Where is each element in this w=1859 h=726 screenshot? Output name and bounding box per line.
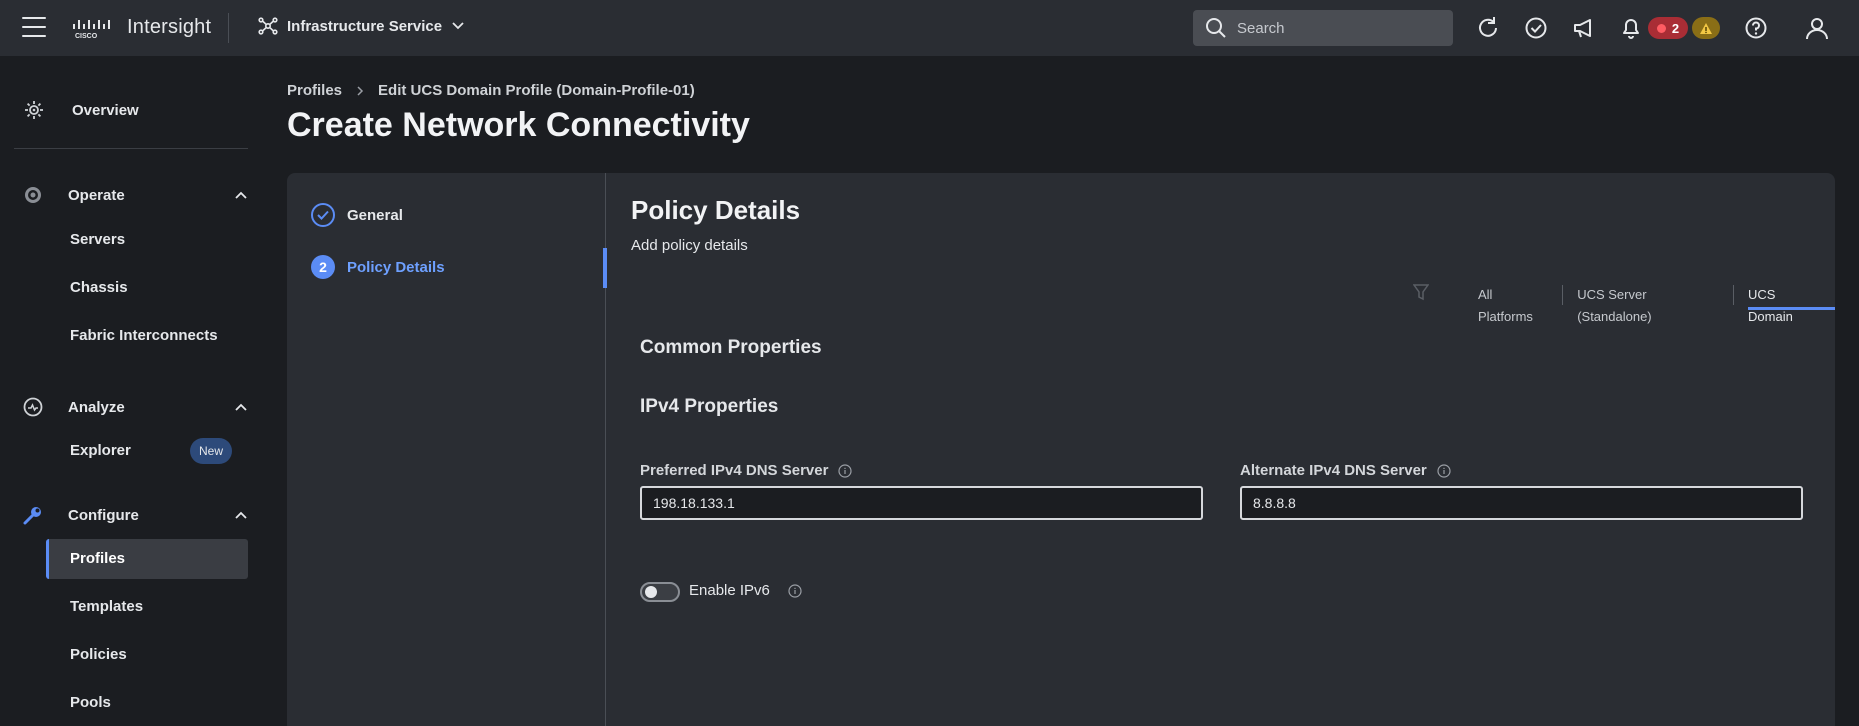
info-icon[interactable]: [788, 583, 802, 598]
breadcrumb: Profiles Edit UCS Domain Profile (Domain…: [287, 82, 695, 99]
critical-alarm-badge[interactable]: 2: [1648, 17, 1688, 39]
chevron-up-icon: [235, 511, 247, 519]
section-label: Analyze: [68, 398, 125, 416]
tab-ucs-server-standalone[interactable]: UCS Server (Standalone): [1563, 284, 1733, 324]
info-icon[interactable]: [838, 463, 853, 478]
active-step-indicator: [603, 248, 607, 288]
critical-alarm-count: 2: [1671, 20, 1680, 36]
sidebar-section-operate[interactable]: Operate: [22, 184, 248, 206]
enable-ipv6-label: Enable IPv6: [689, 582, 802, 599]
enable-ipv6-toggle[interactable]: [640, 582, 680, 602]
bell-icon[interactable]: [1618, 15, 1644, 41]
refresh-icon[interactable]: [1475, 15, 1501, 41]
wizard-step-general[interactable]: General: [311, 203, 403, 227]
section-label: Configure: [68, 506, 139, 524]
wizard-step-policy-details[interactable]: 2 Policy Details: [311, 255, 445, 279]
enable-ipv6-label-text: Enable IPv6: [689, 582, 770, 599]
sidebar-divider: [14, 148, 248, 149]
sidebar-item-fabric-interconnects[interactable]: Fabric Interconnects: [70, 327, 218, 344]
cisco-logo: CISCO: [72, 16, 112, 40]
header-divider: [228, 13, 229, 43]
check-circle-icon[interactable]: [1523, 15, 1549, 41]
overview-icon: [25, 101, 43, 119]
service-network-icon: [258, 17, 278, 35]
breadcrumb-edit-profile[interactable]: Edit UCS Domain Profile (Domain-Profile-…: [378, 82, 695, 99]
sidebar-item-label: Profiles: [70, 550, 126, 567]
filter-icon[interactable]: [1413, 283, 1429, 301]
sidebar-item-overview[interactable]: Overview: [24, 100, 139, 120]
preferred-dns-label: Preferred IPv4 DNS Server: [640, 462, 853, 479]
ipv4-properties-heading: IPv4 Properties: [640, 396, 779, 417]
page-title: Create Network Connectivity: [287, 106, 750, 144]
preferred-dns-label-text: Preferred IPv4 DNS Server: [640, 462, 829, 479]
service-selector[interactable]: Infrastructure Service: [258, 16, 465, 36]
chevron-up-icon: [235, 191, 247, 199]
user-icon[interactable]: [1804, 15, 1830, 41]
svg-text:CISCO: CISCO: [75, 33, 98, 40]
step-completed-icon: [311, 203, 335, 227]
common-properties-heading: Common Properties: [640, 337, 822, 358]
top-bar: CISCO Intersight Infrastructure Service …: [0, 0, 1859, 56]
step-label: General: [347, 206, 403, 224]
app-name: Intersight: [127, 16, 212, 38]
analyze-icon: [23, 397, 43, 417]
search-icon: [1206, 18, 1226, 38]
warning-alarm-badge[interactable]: [1692, 17, 1720, 39]
configure-wrench-icon: [23, 507, 41, 525]
service-label: Infrastructure Service: [287, 17, 443, 35]
chevron-right-icon: [357, 85, 364, 96]
operate-gear-icon: [25, 187, 41, 203]
megaphone-icon[interactable]: [1571, 15, 1597, 41]
menu-icon[interactable]: [22, 17, 46, 37]
alternate-dns-label-text: Alternate IPv4 DNS Server: [1240, 462, 1427, 479]
sidebar-section-configure[interactable]: Configure: [22, 504, 248, 526]
search-box[interactable]: [1193, 10, 1453, 46]
alternate-dns-input[interactable]: [1240, 486, 1803, 520]
sidebar: Overview Operate Servers Chassis Fabric …: [0, 56, 262, 726]
alternate-dns-label: Alternate IPv4 DNS Server: [1240, 462, 1451, 479]
help-icon[interactable]: [1743, 15, 1769, 41]
new-badge: New: [190, 438, 232, 464]
tab-all-platforms[interactable]: All Platforms: [1464, 284, 1562, 324]
sidebar-item-chassis[interactable]: Chassis: [70, 279, 128, 296]
toggle-knob: [645, 586, 657, 598]
platform-tabs: All Platforms UCS Server (Standalone) UC…: [1464, 284, 1836, 324]
step-number: 2: [311, 255, 335, 279]
sidebar-item-servers[interactable]: Servers: [70, 231, 125, 248]
sidebar-item-policies[interactable]: Policies: [70, 646, 127, 663]
wizard-card: General 2 Policy Details Policy Details …: [287, 173, 1836, 726]
sidebar-item-label: Overview: [72, 101, 139, 119]
section-label: Operate: [68, 186, 125, 204]
policy-details-title: Policy Details: [631, 195, 801, 225]
warning-icon: [1700, 22, 1712, 34]
sidebar-item-profiles[interactable]: Profiles: [46, 539, 248, 579]
info-icon[interactable]: [1437, 463, 1451, 478]
step-label: Policy Details: [347, 258, 445, 276]
breadcrumb-profiles[interactable]: Profiles: [287, 82, 342, 99]
sidebar-item-explorer[interactable]: Explorer: [70, 442, 131, 459]
chevron-down-icon: [452, 22, 464, 30]
sidebar-section-analyze[interactable]: Analyze: [22, 396, 248, 418]
search-input[interactable]: [1237, 19, 1437, 37]
sidebar-item-templates[interactable]: Templates: [70, 598, 143, 615]
chevron-up-icon: [235, 403, 247, 411]
policy-details-subtitle: Add policy details: [631, 237, 748, 254]
preferred-dns-input[interactable]: [640, 486, 1203, 520]
tab-ucs-domain[interactable]: UCS Domain: [1734, 284, 1836, 324]
critical-dot-icon: [1656, 23, 1666, 33]
sidebar-item-pools[interactable]: Pools: [70, 694, 111, 711]
